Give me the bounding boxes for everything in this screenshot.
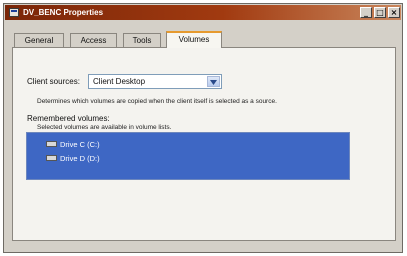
volumes-panel: Client sources: Client Desktop Determine…	[12, 47, 396, 241]
chevron-down-icon[interactable]	[207, 76, 220, 87]
remembered-volumes-list[interactable]: Drive C (C:) Drive D (D:)	[26, 132, 350, 180]
list-item-label: Drive C (C:)	[60, 140, 100, 149]
close-button[interactable]: ×	[388, 7, 400, 18]
remembered-volumes-description: Selected volumes are available in volume…	[37, 124, 172, 131]
minimize-button[interactable]: _	[360, 7, 372, 18]
list-item[interactable]: Drive C (C:)	[46, 139, 100, 151]
tab-access[interactable]: Access	[70, 33, 117, 47]
client-sources-value: Client Desktop	[93, 77, 146, 86]
window-title: DV_BENC Properties	[23, 8, 104, 17]
app-icon	[9, 8, 19, 17]
tab-general[interactable]: General	[14, 33, 64, 47]
maximize-button[interactable]: □	[374, 7, 386, 18]
client-sources-dropdown[interactable]: Client Desktop	[88, 74, 222, 89]
tab-tools[interactable]: Tools	[123, 33, 161, 47]
list-item[interactable]: Drive D (D:)	[46, 153, 100, 165]
tab-volumes[interactable]: Volumes	[166, 31, 222, 48]
title-bar[interactable]: DV_BENC Properties _ □ ×	[5, 5, 401, 20]
client-sources-label: Client sources:	[27, 77, 80, 86]
properties-window: DV_BENC Properties _ □ × General Access …	[3, 3, 403, 253]
remembered-volumes-label: Remembered volumes:	[27, 114, 110, 123]
list-item-label: Drive D (D:)	[60, 154, 100, 163]
drive-icon	[46, 155, 57, 162]
client-sources-description: Determines which volumes are copied when…	[37, 98, 277, 105]
drive-icon	[46, 141, 57, 148]
